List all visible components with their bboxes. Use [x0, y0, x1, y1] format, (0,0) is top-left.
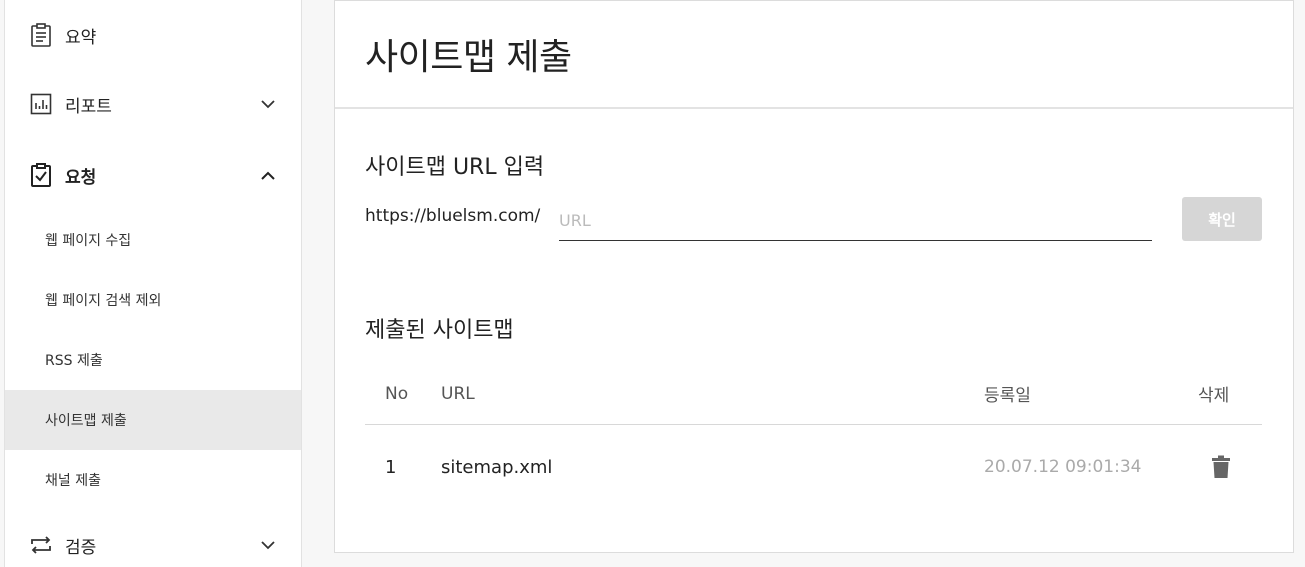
submitted-sitemaps-section-title: 제출된 사이트맵 [365, 318, 514, 343]
sidebar-subitem-channel-submit[interactable]: 채널 제출 [5, 450, 301, 510]
row-date: 20.07.12 09:01:34 [984, 457, 1142, 477]
url-prefix: https://bluelsm.com/ [365, 206, 541, 226]
chevron-down-icon[interactable] [261, 538, 275, 552]
sidebar-subitem-label: 웹 페이지 검색 제외 [45, 293, 162, 309]
table-header: No URL 등록일 삭제 [365, 363, 1262, 425]
sitemap-table: No URL 등록일 삭제 1 sitemap.xml 20.07.12 09:… [365, 363, 1262, 509]
delete-button[interactable] [1211, 425, 1231, 509]
sidebar-subitem-label: RSS 제출 [45, 353, 103, 369]
sidebar-item-label: 검증 [65, 537, 97, 558]
confirm-button[interactable]: 확인 [1182, 197, 1262, 241]
sidebar-subitem-rss-submit[interactable]: RSS 제출 [5, 330, 301, 390]
sitemap-url-input[interactable] [559, 201, 1152, 241]
page-title: 사이트맵 제출 [365, 37, 572, 78]
sidebar-subitem-web-page-crawl[interactable]: 웹 페이지 수집 [5, 210, 301, 270]
sidebar-item-summary[interactable]: 요약 [5, 5, 301, 65]
repeat-icon [29, 533, 53, 557]
sidebar-item-verify[interactable]: 검증 [5, 515, 301, 567]
sidebar-subitem-label: 웹 페이지 수집 [45, 233, 132, 249]
panel-header: 사이트맵 제출 [335, 1, 1293, 109]
column-header-delete: 삭제 [1198, 386, 1230, 406]
table-row: 1 sitemap.xml 20.07.12 09:01:34 [365, 425, 1262, 509]
sidebar: 요약 리포트 요청 웹 페이지 수집 웹 페이지 검색 제외 RSS 제출 사이… [4, 0, 302, 567]
sidebar-subitem-label: 사이트맵 제출 [45, 413, 127, 429]
sidebar-item-label: 요약 [65, 27, 97, 48]
bar-chart-icon [29, 92, 53, 116]
chevron-down-icon[interactable] [261, 97, 275, 111]
clipboard-check-icon [29, 163, 53, 187]
sidebar-item-report[interactable]: 리포트 [5, 74, 301, 134]
sidebar-subitem-web-page-exclude[interactable]: 웹 페이지 검색 제외 [5, 270, 301, 330]
main-panel: 사이트맵 제출 사이트맵 URL 입력 https://bluelsm.com/… [334, 0, 1294, 553]
chevron-up-icon[interactable] [261, 168, 275, 182]
row-no: 1 [385, 456, 397, 478]
row-url: sitemap.xml [441, 456, 553, 478]
clipboard-list-icon [29, 23, 53, 47]
sitemap-url-section-title: 사이트맵 URL 입력 [365, 155, 545, 180]
sidebar-subitem-label: 채널 제출 [45, 473, 101, 489]
trash-icon[interactable] [1211, 455, 1231, 479]
column-header-url: URL [441, 383, 475, 404]
sidebar-item-label: 리포트 [65, 96, 112, 117]
sidebar-item-request[interactable]: 요청 [5, 145, 301, 205]
sidebar-subitem-sitemap-submit[interactable]: 사이트맵 제출 [5, 390, 301, 450]
column-header-no: No [385, 383, 409, 404]
sidebar-item-label: 요청 [65, 167, 97, 188]
column-header-date: 등록일 [984, 386, 1031, 406]
